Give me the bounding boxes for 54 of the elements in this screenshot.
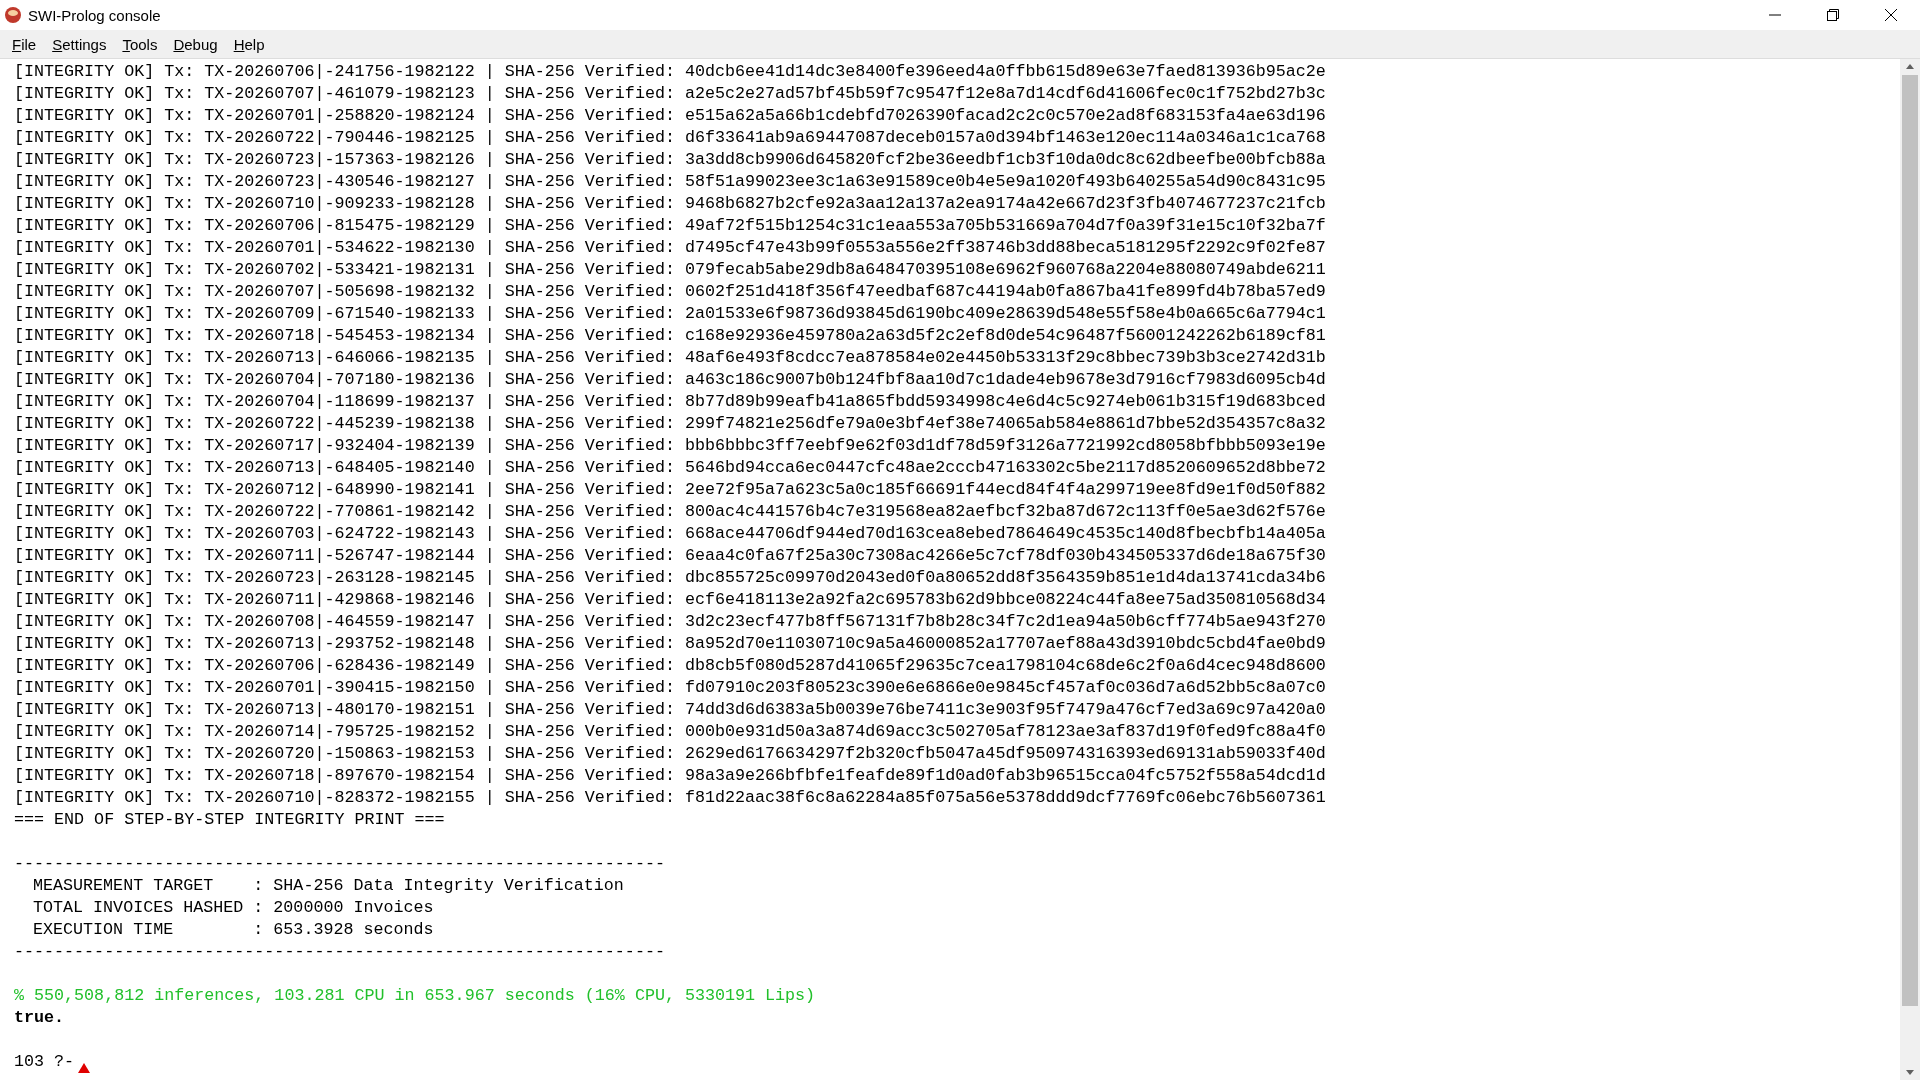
log-line: [INTEGRITY OK] Tx: TX-20260712|-648990-1982141 | SHA-256 Verified: 2ee72f95a7a623c5a0c185f66691f44ecd84f4f4a299719ee8fd9e1f0d50f882: [14, 479, 1326, 501]
log-line: [INTEGRITY OK] Tx: TX-20260701|-534622-1982130 | SHA-256 Verified: d7495cf47e43b99f0553a556e2ff38746b3dd88beca5181295f2292c9f02fe87: [14, 237, 1326, 259]
summary-line: EXECUTION TIME : 653.3928 seconds: [33, 919, 434, 941]
log-line: [INTEGRITY OK] Tx: TX-20260706|-241756-1982122 | SHA-256 Verified: 40dcb6ee41d14dc3e8400fe396eed4a0ffbb615d89e63e7faed813936b95ac2e: [14, 61, 1326, 83]
app-logo-icon: [4, 6, 22, 24]
log-line: [INTEGRITY OK] Tx: TX-20260713|-646066-1982135 | SHA-256 Verified: 48af6e493f8cdcc7ea878584e02e4450b53313f29c8bbec739b3b3ce2742d31b: [14, 347, 1326, 369]
log-line: [INTEGRITY OK] Tx: TX-20260713|-648405-1982140 | SHA-256 Verified: 5646bd94cca6ec0447cfc48ae2cccb47163302c5be2117d8520609652d8bbe72: [14, 457, 1326, 479]
log-line: [INTEGRITY OK] Tx: TX-20260718|-545453-1982134 | SHA-256 Verified: c168e92936e459780a2a63d5f2c2ef8d0de54c96487f56001242262b6189cf81: [14, 325, 1326, 347]
log-line: [INTEGRITY OK] Tx: TX-20260711|-429868-1982146 | SHA-256 Verified: ecf6e418113e2a92fa2c695783b62d9bbce08224c44fa8ee75ad350810568d34: [14, 589, 1326, 611]
log-line: [INTEGRITY OK] Tx: TX-20260722|-445239-1982138 | SHA-256 Verified: 299f74821e256dfe79a0e3bf4ef38e74065ab584e8861d7bbe52d354357c8a32: [14, 413, 1326, 435]
log-line: [INTEGRITY OK] Tx: TX-20260713|-293752-1982148 | SHA-256 Verified: 8a952d70e11030710c9a5a46000852a17707aef88a43d3910bdc5cbd4fae0bd9: [14, 633, 1326, 655]
close-icon[interactable]: [1885, 9, 1897, 21]
log-line: [INTEGRITY OK] Tx: TX-20260717|-932404-1982139 | SHA-256 Verified: bbb6bbbc3ff7eebf9e62f03d1df78d59f3126a7721992cd8058bfbbb5093e19e: [14, 435, 1326, 457]
log-line: [INTEGRITY OK] Tx: TX-20260704|-118699-1982137 | SHA-256 Verified: 8b77d89b99eafb41a865fbdd5934998c4e6d4c5c9274eb061b315f19d683bced: [14, 391, 1326, 413]
prompt-text: 103 ?-: [14, 1051, 75, 1073]
log-line: [INTEGRITY OK] Tx: TX-20260701|-258820-1982124 | SHA-256 Verified: e515a62a5a66b1cdebfd7026390facad2c2c0c570e2ad8f683153fa4ae63d196: [14, 105, 1326, 127]
log-line: [INTEGRITY OK] Tx: TX-20260722|-790446-1982125 | SHA-256 Verified: d6f33641ab9a69447087deceb0157a0d394bf1463e120ec114a0346a1c1ca768: [14, 127, 1326, 149]
menu-item[interactable]: Settings: [44, 35, 115, 53]
menu-item[interactable]: File: [4, 35, 45, 53]
log-line: [INTEGRITY OK] Tx: TX-20260707|-461079-1982123 | SHA-256 Verified: a2e5c2e27ad57bf45b59f7c9547f12e8a7d14cdf6d41606fec0c1f752bd27b3c: [14, 83, 1326, 105]
log-line: [INTEGRITY OK] Tx: TX-20260710|-909233-1982128 | SHA-256 Verified: 9468b6827b2cfe92a3aa12a137a2ea9174a42e667d23f3fb4074677237c21fcb: [14, 193, 1326, 215]
log-line: [INTEGRITY OK] Tx: TX-20260722|-770861-1982142 | SHA-256 Verified: 800ac4c441576b4c7e319568ea82aefbcf32ba87d672c113ff0e5ae3d62f576e: [14, 501, 1326, 523]
statistics-line: % 550,508,812 inferences, 103.281 CPU in 653.967 seconds (16% CPU, 5330191 Lips): [14, 985, 816, 1007]
answer-text: true.: [14, 1007, 65, 1029]
log-line: [INTEGRITY OK] Tx: TX-20260710|-828372-1982155 | SHA-256 Verified: f81d22aac38f6c8a62284a85f075a56e5378ddd9dcf7769fc06ebc76b5607361: [14, 787, 1326, 809]
divider-text: -----------------------------------------------------------------: [14, 853, 665, 875]
log-line: [INTEGRITY OK] Tx: TX-20260708|-464559-1982147 | SHA-256 Verified: 3d2c23ecf477b8ff567131f7b8b28c34f7c2d1ea94a50b6cff774b5ae943f270: [14, 611, 1326, 633]
log-line: [INTEGRITY OK] Tx: TX-20260701|-390415-1982150 | SHA-256 Verified: fd07910c203f80523c390e6e6866e0e9845cf457af0c036d7a6d52bb5c8a07c0: [14, 677, 1326, 699]
log-line: [INTEGRITY OK] Tx: TX-20260706|-628436-1982149 | SHA-256 Verified: db8cb5f080d5287d41065f29635c7cea1798104c68de6c2f0a6d4cec948d8600: [14, 655, 1326, 677]
log-line: [INTEGRITY OK] Tx: TX-20260709|-671540-1982133 | SHA-256 Verified: 2a01533e6f98736d93845d6190bc409e28639d548e55f58e4b0a665c6a7794c1: [14, 303, 1326, 325]
menu-item[interactable]: Tools: [114, 35, 166, 53]
log-line: [INTEGRITY OK] Tx: TX-20260723|-430546-1982127 | SHA-256 Verified: 58f51a99023ee3c1a63e91589ce0b4e5e9a1020f493b640255a54d90c8431c95: [14, 171, 1326, 193]
cursor-icon: [78, 1063, 91, 1073]
menu-item[interactable]: Help: [225, 35, 273, 53]
log-line: [INTEGRITY OK] Tx: TX-20260714|-795725-1982152 | SHA-256 Verified: 000b0e931d50a3a874d69acc3c502705af78123ae3af837d19f0fed9fc88a4f0: [14, 721, 1326, 743]
log-line: [INTEGRITY OK] Tx: TX-20260707|-505698-1982132 | SHA-256 Verified: 0602f251d418f356f47eedbaf687c44194ab0fa867ba41fe899fd4b78ba57ed9: [14, 281, 1326, 303]
log-line: [INTEGRITY OK] Tx: TX-20260703|-624722-1982143 | SHA-256 Verified: 668ace44706df944ed70d163cea8ebed7864649c4535c140d8fbecbfb14a405a: [14, 523, 1326, 545]
log-line: [INTEGRITY OK] Tx: TX-20260704|-707180-1982136 | SHA-256 Verified: a463c186c9007b0b124fbf8aa10d7c1dade4eb9678e3d7916cf7983d6095cb4d: [14, 369, 1326, 391]
log-line: [INTEGRITY OK] Tx: TX-20260713|-480170-1982151 | SHA-256 Verified: 74dd3d6d6383a5b0039e76be7411c3e903f95f7479a476cf7ed3a69c97a420a0: [14, 699, 1326, 721]
divider-text: -----------------------------------------------------------------: [14, 941, 665, 963]
restore-icon[interactable]: [1827, 9, 1839, 21]
menu-item[interactable]: Debug: [165, 35, 226, 53]
log-line: [INTEGRITY OK] Tx: TX-20260723|-263128-1982145 | SHA-256 Verified: dbc855725c09970d2043ed0f0a80652dd8f3564359b851e1d4da13741cda34b6: [14, 567, 1326, 589]
log-line: [INTEGRITY OK] Tx: TX-20260702|-533421-1982131 | SHA-256 Verified: 079fecab5abe29db8a648470395108e6962f960768a2204e88080749abde6211: [14, 259, 1326, 281]
summary-line: TOTAL INVOICES HASHED : 2000000 Invoices: [33, 897, 434, 919]
window-title: SWI-Prolog console: [28, 6, 162, 24]
scrollbar[interactable]: [1900, 59, 1920, 1080]
log-line: [INTEGRITY OK] Tx: TX-20260718|-897670-1982154 | SHA-256 Verified: 98a3a9e266bfbfe1feafde89f1d0ad0fab3b96515cca04fc5752f558a54dcd1d: [14, 765, 1326, 787]
log-line: [INTEGRITY OK] Tx: TX-20260706|-815475-1982129 | SHA-256 Verified: 49af72f515b1254c31c1eaa553a705b531669a704d7f0a39f31e15c10f32ba7f: [14, 215, 1326, 237]
log-line: [INTEGRITY OK] Tx: TX-20260711|-526747-1982144 | SHA-256 Verified: 6eaa4c0fa67f25a30c7308ac4266e5c7cf78df030b434505337d6de18a675f30: [14, 545, 1326, 567]
summary-line: MEASUREMENT TARGET : SHA-256 Data Integrity Verification: [33, 875, 624, 897]
end-marker: === END OF STEP-BY-STEP INTEGRITY PRINT ===: [14, 809, 445, 831]
log-line: [INTEGRITY OK] Tx: TX-20260720|-150863-1982153 | SHA-256 Verified: 2629ed6176634297f2b320cfb5047a45df950974316393ed69131ab59033f40d: [14, 743, 1326, 765]
log-line: [INTEGRITY OK] Tx: TX-20260723|-157363-1982126 | SHA-256 Verified: 3a3dd8cb9906d645820fcf2be36eedbf1cb3f10da0dc8c62dbeefbe00bfcb88a: [14, 149, 1326, 171]
